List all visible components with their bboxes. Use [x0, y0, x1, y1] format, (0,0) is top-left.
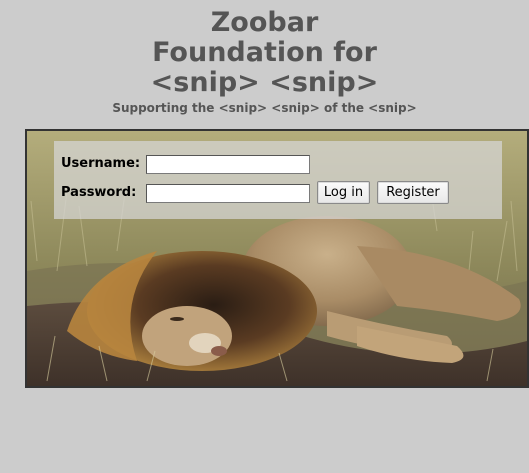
- site-tagline: Supporting the <snip> <snip> of the <sni…: [112, 101, 417, 115]
- password-label: Password:: [61, 185, 137, 200]
- username-label: Username:: [61, 156, 141, 171]
- site-title: Zoobar Foundation for <snip> <snip>: [0, 8, 529, 98]
- site-title-line-1: Zoobar: [210, 7, 319, 38]
- register-button[interactable]: Register: [377, 181, 449, 204]
- username-input[interactable]: [146, 155, 310, 174]
- login-button[interactable]: Log in: [317, 181, 370, 204]
- site-title-line-3: <snip> <snip>: [150, 67, 379, 98]
- site-title-line-2: Foundation for: [152, 37, 377, 68]
- login-form: Username: Password: Log in Register: [54, 141, 502, 219]
- password-input[interactable]: [146, 184, 310, 203]
- banner: Username: Password: Log in Register: [25, 129, 529, 388]
